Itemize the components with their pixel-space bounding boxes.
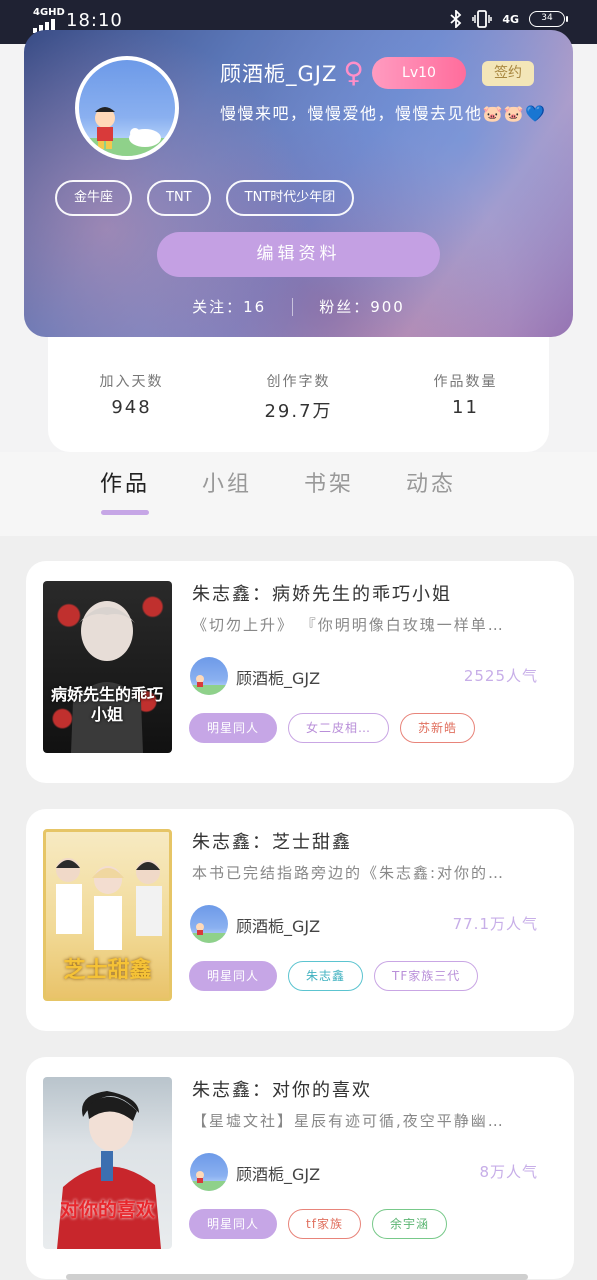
book-tag[interactable]: 朱志鑫 xyxy=(288,961,364,991)
author-name: 顾酒栀_GJZ xyxy=(236,669,321,688)
book-card[interactable]: 对你的喜欢 朱志鑫：对你的喜欢 【星墟文社】星辰有迹可循,夜空平静幽… 顾酒栀_… xyxy=(26,1057,574,1279)
book-description: 【星墟文社】星辰有迹可循,夜空平静幽… xyxy=(192,1112,505,1130)
vibrate-icon xyxy=(472,10,493,28)
popularity: 2525人气 xyxy=(463,667,538,685)
stat-word-count: 创作字数 29.7万 xyxy=(264,374,333,422)
book-tag[interactable]: 女二皮相… xyxy=(288,713,390,743)
book-tag[interactable]: TF家族三代 xyxy=(374,961,479,991)
book-cover[interactable]: 芝士甜鑫 xyxy=(43,829,172,1001)
divider xyxy=(292,297,294,316)
follow-stats: 关注：16 粉丝：900 xyxy=(24,296,573,317)
tab-bar: 作品 小组 书架 动态 xyxy=(100,466,456,515)
book-tag[interactable]: 明星同人 xyxy=(189,1209,278,1239)
tab-works[interactable]: 作品 xyxy=(100,466,150,515)
stats-card: 加入天数 948 创作字数 29.7万 作品数量 11 xyxy=(48,337,549,452)
cover-art xyxy=(57,1091,161,1249)
popularity: 77.1万人气 xyxy=(452,915,538,933)
profile-tag[interactable]: 金牛座 xyxy=(55,180,133,216)
stat-works-count: 作品数量 11 xyxy=(433,374,498,418)
stat-join-days: 加入天数 948 xyxy=(99,374,164,418)
author-name: 顾酒栀_GJZ xyxy=(236,917,321,936)
book-tag[interactable]: 明星同人 xyxy=(189,961,278,991)
book-tags: 明星同人 朱志鑫 TF家族三代 xyxy=(189,961,479,991)
avatar[interactable] xyxy=(75,56,179,160)
bluetooth-icon xyxy=(450,10,462,28)
cover-title: 对你的喜欢 xyxy=(59,1199,155,1221)
book-description: 本书已完结指路旁边的《朱志鑫:对你的… xyxy=(192,864,506,882)
female-icon: ♀ xyxy=(343,56,365,89)
book-tag[interactable]: tf家族 xyxy=(288,1209,361,1239)
tab-groups[interactable]: 小组 xyxy=(202,466,252,498)
profile-tag[interactable]: TNT xyxy=(147,180,211,216)
author-avatar xyxy=(190,905,228,943)
signed-badge: 签约 xyxy=(482,61,534,86)
profile-header: 顾酒栀_GJZ ♀ Lv10 签约 慢慢来吧，慢慢爱他，慢慢去见他🐷🐷💙 金牛座… xyxy=(24,30,573,337)
tab-activity[interactable]: 动态 xyxy=(406,466,456,498)
author-avatar xyxy=(190,657,228,695)
author-avatar xyxy=(190,1153,228,1191)
book-tags: 明星同人 女二皮相… 苏新皓 xyxy=(189,713,476,743)
avatar-illustration xyxy=(79,107,175,156)
author-name: 顾酒栀_GJZ xyxy=(236,1165,321,1184)
profile-tag[interactable]: TNT时代少年团 xyxy=(225,180,355,216)
battery-icon: 34 xyxy=(529,11,568,27)
level-badge[interactable]: Lv10 xyxy=(372,57,466,89)
tab-bookshelf[interactable]: 书架 xyxy=(304,466,354,498)
cover-title: 病娇先生的乖巧小姐 xyxy=(51,685,164,724)
book-title[interactable]: 朱志鑫：对你的喜欢 xyxy=(192,1076,372,1102)
edit-profile-button[interactable]: 编辑资料 xyxy=(157,232,440,277)
profile-tags: 金牛座 TNT TNT时代少年团 xyxy=(55,180,355,216)
book-cover[interactable]: 对你的喜欢 xyxy=(43,1077,172,1249)
book-tag[interactable]: 明星同人 xyxy=(189,713,278,743)
cover-art xyxy=(71,601,143,753)
bottom-scroll-indicator xyxy=(66,1274,528,1280)
bio-text: 慢慢来吧，慢慢爱他，慢慢去见他🐷🐷💙 xyxy=(220,104,547,123)
cover-title: 芝士甜鑫 xyxy=(63,958,152,983)
fans-count[interactable]: 粉丝：900 xyxy=(319,296,405,317)
book-cover[interactable]: 病娇先生的乖巧小姐 xyxy=(43,581,172,753)
username-row: 顾酒栀_GJZ ♀ xyxy=(220,58,365,88)
book-card[interactable]: 芝士甜鑫 朱志鑫：芝士甜鑫 本书已完结指路旁边的《朱志鑫:对你的… 顾酒栀_GJ… xyxy=(26,809,574,1031)
book-description: 《切勿上升》 『你明明像白玫瑰一样单… xyxy=(192,616,505,634)
book-title[interactable]: 朱志鑫：芝士甜鑫 xyxy=(192,828,352,854)
following-count[interactable]: 关注：16 xyxy=(192,296,266,317)
book-tag[interactable]: 余宇涵 xyxy=(371,1209,447,1239)
network2-label: 4G xyxy=(502,12,519,26)
book-title[interactable]: 朱志鑫：病娇先生的乖巧小姐 xyxy=(192,580,452,606)
book-tag[interactable]: 苏新皓 xyxy=(400,713,476,743)
book-card[interactable]: 病娇先生的乖巧小姐 朱志鑫：病娇先生的乖巧小姐 《切勿上升》 『你明明像白玫瑰一… xyxy=(26,561,574,783)
network-label: 4GHD xyxy=(33,7,65,18)
username: 顾酒栀_GJZ xyxy=(220,62,338,86)
book-tags: 明星同人 tf家族 余宇涵 xyxy=(189,1209,447,1239)
clock: 18:10 xyxy=(66,10,123,31)
popularity: 8万人气 xyxy=(479,1163,538,1181)
